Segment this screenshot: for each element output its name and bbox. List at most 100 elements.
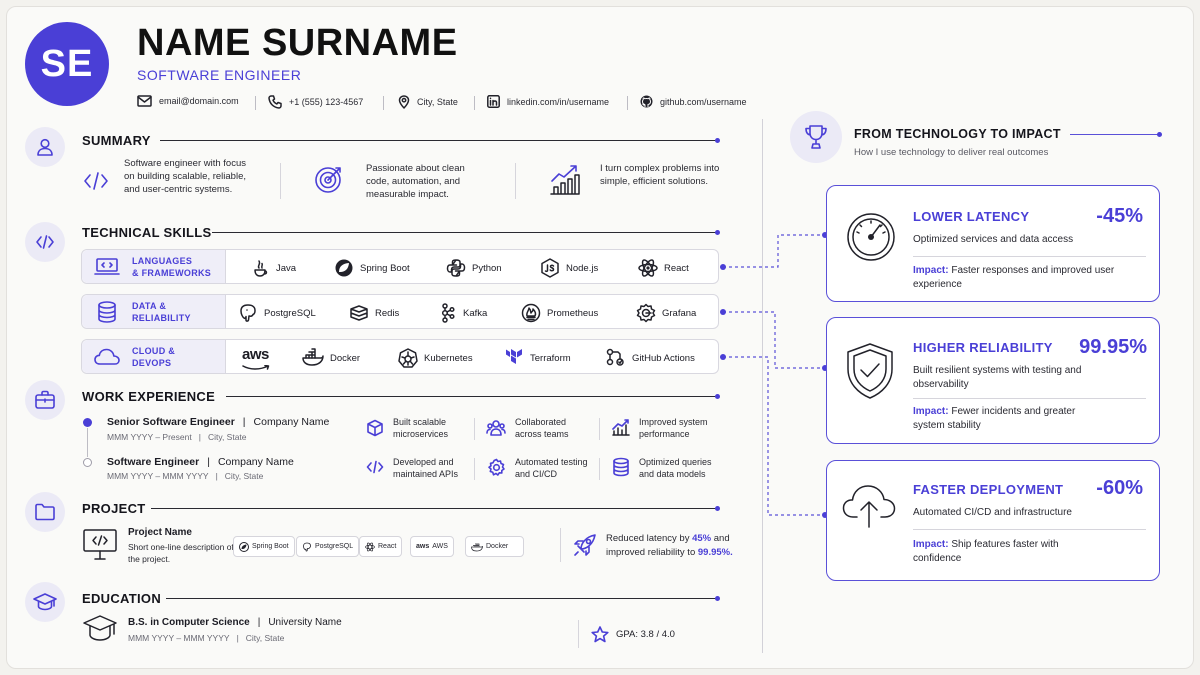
- divider: [599, 458, 600, 480]
- skill-aws: aws: [242, 346, 269, 370]
- impact-card-impact: Impact: Fewer incidents and greater syst…: [913, 406, 1076, 431]
- education-degree: B.S. in Computer Science: [128, 617, 250, 628]
- skill-redis: Redis: [349, 303, 399, 323]
- redis-icon: [350, 305, 368, 321]
- section-rule: [151, 508, 716, 509]
- speedometer-icon: [847, 213, 895, 261]
- skill-row-cloud: CLOUD & DEVOPS aws Docker Kubernetes Ter…: [81, 339, 719, 374]
- section-rule: [1070, 134, 1158, 135]
- job-highlight: Optimized queries and data models: [639, 457, 712, 479]
- name-heading: NAME SURNAME: [137, 22, 458, 64]
- impact-card-deployment: FASTER DEPLOYMENT -60% Automated CI/CD a…: [826, 460, 1160, 581]
- job-highlight: Developed and maintained APIs: [393, 457, 459, 479]
- spring-boot-icon: [239, 541, 249, 552]
- education-dates: MMM YYYY – MMM YYYY: [128, 633, 230, 643]
- postgresql-icon: [240, 304, 256, 322]
- github-actions-icon: [606, 348, 624, 366]
- project-title: PROJECT: [82, 501, 146, 516]
- section-rule: [212, 232, 716, 233]
- divider: [474, 418, 475, 440]
- education-meta: MMM YYYY – MMM YYYY | City, State: [128, 633, 285, 643]
- contact-location: City, State: [398, 95, 458, 109]
- skill-kubernetes: Kubernetes: [398, 348, 473, 368]
- skill-category-label: DEVOPS: [132, 358, 172, 368]
- nodejs-icon: [541, 258, 559, 278]
- job-highlight: Built scalable microservices: [393, 417, 449, 439]
- section-rule: [166, 598, 716, 599]
- timeline-dot-current: [83, 418, 92, 427]
- avatar: SE: [25, 22, 109, 106]
- impact-card-description: Optimized services and data access: [913, 234, 1074, 245]
- education-school: University Name: [268, 617, 342, 628]
- card-divider: [913, 529, 1146, 530]
- impact-card-value: -45%: [1096, 205, 1143, 227]
- code-icon: [36, 235, 54, 249]
- trophy-icon: [805, 125, 827, 149]
- job-title: Software Engineer: [107, 456, 200, 468]
- graduation-cap-icon: [83, 615, 117, 641]
- reliability-value: 99.95%.: [697, 546, 733, 558]
- job-company: Company Name: [253, 416, 330, 428]
- impact-section-icon: [790, 111, 842, 163]
- contact-phone[interactable]: +1 (555) 123-4567: [268, 95, 363, 109]
- skill-category-label: CLOUD &: [132, 346, 176, 356]
- divider: [280, 163, 281, 199]
- docker-icon: [302, 348, 324, 366]
- divider: [560, 528, 561, 562]
- skill-row-languages: LANGUAGES & FRAMEWORKS Java Spring Boot …: [81, 249, 719, 284]
- linkedin-icon: [487, 95, 500, 108]
- postgresql-icon: [303, 542, 311, 551]
- skill-terraform: Terraform: [504, 348, 571, 368]
- skill-java: Java: [250, 258, 296, 278]
- contact-github[interactable]: github.com/username: [640, 95, 747, 108]
- divider: [515, 163, 516, 199]
- skill-category-label: RELIABILITY: [132, 313, 191, 323]
- job-highlight: Collaborated across teams: [515, 417, 569, 439]
- code-icon: [366, 460, 384, 474]
- kubernetes-icon: [398, 348, 418, 368]
- impact-card-description: Built resilient systems with testing and…: [913, 365, 1082, 390]
- laptop-code-icon: [94, 258, 120, 275]
- monitor-code-icon: [83, 529, 117, 560]
- job-location: City, State: [207, 432, 247, 442]
- card-divider: [913, 256, 1146, 257]
- shield-check-icon: [847, 343, 893, 399]
- skill-github-actions: GitHub Actions: [606, 348, 695, 368]
- database-icon: [613, 457, 629, 477]
- star-icon: [591, 626, 609, 643]
- summary-text: Software engineer with focus on building…: [124, 158, 246, 195]
- growth-chart-icon: [550, 165, 580, 195]
- section-rule: [160, 140, 716, 141]
- mail-icon: [137, 95, 152, 107]
- github-icon: [640, 95, 653, 108]
- impact-card-reliability: HIGHER RELIABILITY 99.95% Built resilien…: [826, 317, 1160, 444]
- job-company: Company Name: [217, 456, 294, 468]
- impact-card-impact: Impact: Ship features faster with confid…: [913, 539, 1059, 564]
- database-icon: [98, 301, 116, 323]
- contact-linkedin[interactable]: linkedin.com/in/username: [487, 95, 609, 108]
- job-dates: MMM YYYY – MMM YYYY: [107, 471, 209, 481]
- impact-connectors: [720, 232, 828, 518]
- skills-section-icon: [25, 222, 65, 262]
- section-rule: [226, 396, 716, 397]
- skills-title: TECHNICAL SKILLS: [82, 225, 212, 240]
- team-icon: [486, 420, 506, 436]
- target-icon: [315, 167, 341, 193]
- project-name: Project Name: [128, 527, 192, 538]
- contact-divider: [474, 96, 475, 110]
- contact-divider: [383, 96, 384, 110]
- spring-boot-icon: [335, 259, 353, 277]
- job-meta: MMM YYYY – Present | City, State: [107, 432, 247, 442]
- location-icon: [398, 95, 410, 109]
- skill-category: DATA & RELIABILITY: [82, 295, 226, 328]
- latency-value: 45%: [692, 533, 712, 544]
- skill-prometheus: Prometheus: [521, 303, 598, 323]
- summary-section-icon: [25, 127, 65, 167]
- skill-docker: Docker: [302, 348, 360, 368]
- education-title: EDUCATION: [82, 591, 162, 606]
- skill-react: React: [638, 258, 689, 278]
- rule-dot: [1157, 131, 1162, 137]
- contact-divider: [627, 96, 628, 110]
- impact-card-impact: Impact: Faster responses and improved us…: [913, 265, 1115, 290]
- contact-email[interactable]: email@domain.com: [137, 95, 239, 107]
